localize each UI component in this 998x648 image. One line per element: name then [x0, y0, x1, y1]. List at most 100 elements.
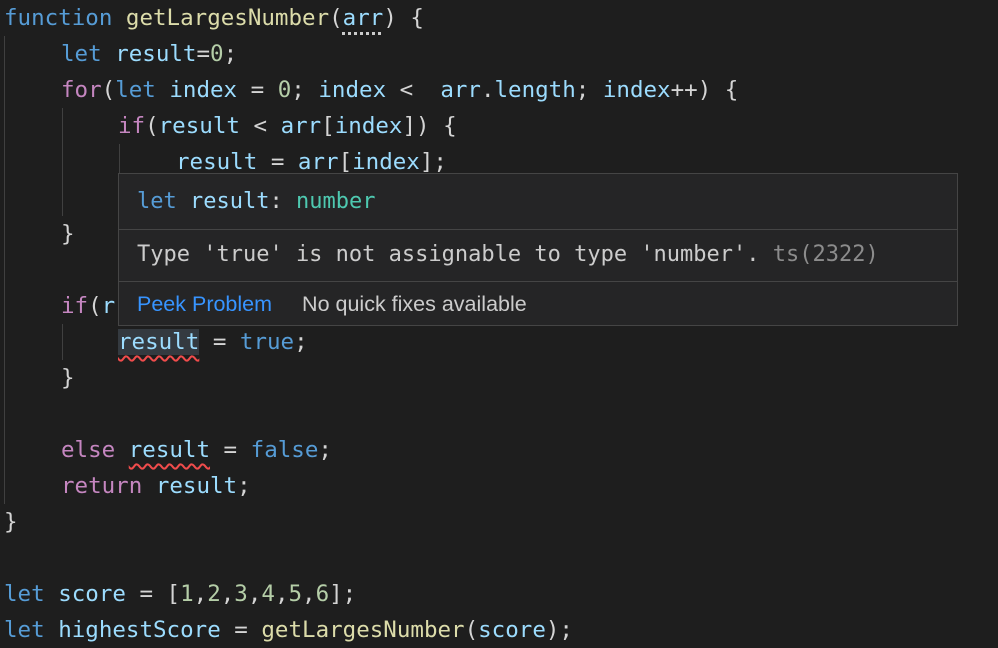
variable-result[interactable]: result	[115, 41, 196, 67]
punctuation: ,	[274, 581, 289, 607]
variable-index[interactable]: index	[169, 77, 237, 103]
divider	[119, 281, 957, 282]
keyword-if: if	[61, 293, 89, 319]
divider	[119, 229, 957, 230]
code-line-9[interactable]: if(r	[61, 288, 115, 324]
punctuation: [	[338, 149, 353, 175]
closing-brace: }	[4, 509, 18, 535]
punctuation: [	[321, 113, 335, 139]
code-line-11[interactable]: }	[61, 360, 75, 396]
keyword-let: let	[115, 77, 156, 103]
variable-arr[interactable]: arr	[298, 149, 339, 175]
punctuation: .	[480, 77, 495, 103]
code-line-14[interactable]: return result;	[61, 468, 251, 504]
property-length[interactable]: length	[495, 77, 576, 103]
indent-guide	[62, 108, 63, 216]
punctuation: );	[545, 617, 573, 643]
number-literal: 4	[261, 581, 275, 607]
operator: =	[237, 77, 278, 103]
boolean-true: true	[239, 329, 295, 355]
punctuation: (	[464, 617, 479, 643]
punctuation: ;	[294, 329, 308, 355]
punctuation: ,	[247, 581, 262, 607]
keyword-else: else	[61, 437, 116, 463]
variable-result[interactable]: result	[159, 113, 240, 139]
variable-result[interactable]: result	[156, 473, 237, 499]
punctuation: ,	[302, 581, 316, 607]
indent-guide	[62, 324, 63, 360]
code-line-17[interactable]: let score = [1,2,3,4,5,6];	[4, 576, 356, 612]
keyword-let: let	[4, 617, 45, 643]
closing-brace: }	[61, 365, 75, 391]
variable-index[interactable]: index	[603, 77, 671, 103]
variable-result[interactable]: result	[176, 149, 257, 175]
hover-sig-type: number	[295, 189, 376, 214]
code-line-7[interactable]: }	[61, 216, 75, 252]
punctuation: ;	[223, 41, 238, 67]
code-editor[interactable]: function getLargesNumber(arr) { let resu…	[0, 0, 998, 648]
code-line-4[interactable]: if(result < arr[index]) {	[118, 108, 457, 144]
code-line-18[interactable]: let highestScore = getLargesNumber(score…	[4, 612, 573, 648]
hover-sig-keyword: let	[137, 189, 177, 214]
code-line-10[interactable]: result = true;	[118, 324, 308, 360]
punctuation: ];	[419, 149, 447, 175]
punctuation: ;	[291, 77, 319, 103]
variable-highestScore[interactable]: highestScore	[58, 617, 221, 643]
variable-result-error[interactable]: result	[118, 329, 200, 355]
variable-arr[interactable]: arr	[281, 113, 322, 139]
hover-signature: let result: number	[137, 184, 375, 220]
operator: = [	[125, 581, 181, 607]
punctuation: ) {	[383, 5, 424, 31]
variable-index[interactable]: index	[318, 77, 386, 103]
code-line-3[interactable]: for(let index = 0; index < arr.length; i…	[61, 72, 738, 108]
hover-actions-bar: Peek Problem No quick fixes available	[137, 284, 527, 324]
keyword-for: for	[61, 77, 102, 103]
operator: =	[257, 149, 298, 175]
operator: <	[386, 77, 441, 103]
punctuation: ,	[193, 581, 208, 607]
number-literal: 1	[180, 581, 194, 607]
indent-guide	[4, 36, 5, 504]
punctuation: ;	[318, 437, 332, 463]
number-literal: 3	[234, 581, 248, 607]
keyword-function: function	[4, 5, 113, 31]
code-line-13[interactable]: else result = false;	[61, 432, 332, 468]
keyword-if: if	[118, 113, 146, 139]
number-literal: 6	[315, 581, 330, 607]
variable-arr[interactable]: arr	[440, 77, 481, 103]
punctuation: ];	[329, 581, 357, 607]
peek-problem-link[interactable]: Peek Problem	[137, 292, 272, 316]
operator: =	[220, 617, 262, 643]
number-literal: 2	[207, 581, 221, 607]
no-quick-fixes-label: No quick fixes available	[302, 292, 527, 316]
punctuation: (	[88, 293, 102, 319]
code-line-2[interactable]: let result=0;	[61, 36, 237, 72]
punctuation: ]) {	[402, 113, 457, 139]
variable-index[interactable]: index	[352, 149, 420, 175]
punctuation: ;	[237, 473, 251, 499]
number-literal: 0	[277, 77, 292, 103]
variable-index[interactable]: index	[335, 113, 403, 139]
hover-sig-name: result	[190, 189, 270, 214]
variable-score[interactable]: score	[58, 581, 126, 607]
param-arr[interactable]: arr	[343, 5, 384, 31]
code-line-1[interactable]: function getLargesNumber(arr) {	[4, 0, 424, 36]
function-call[interactable]: getLargesNumber	[261, 617, 464, 643]
variable-result-partial[interactable]: r	[102, 293, 116, 319]
punctuation: (	[329, 5, 343, 31]
operator: =	[199, 329, 240, 355]
error-text: Type 'true' is not assignable to type 'n…	[137, 242, 760, 267]
error-message: Type 'true' is not assignable to type 'n…	[137, 236, 879, 274]
hover-tooltip: let result: number Type 'true' is not as…	[118, 173, 958, 326]
punctuation: ,	[220, 581, 235, 607]
function-name: getLargesNumber	[125, 5, 330, 31]
error-code: ts(2322)	[772, 242, 879, 267]
variable-result-error[interactable]: result	[129, 437, 210, 463]
code-line-15[interactable]: }	[4, 504, 18, 540]
operator: =	[210, 437, 251, 463]
variable-score[interactable]: score	[478, 617, 546, 643]
hover-sig-colon: :	[269, 189, 296, 214]
